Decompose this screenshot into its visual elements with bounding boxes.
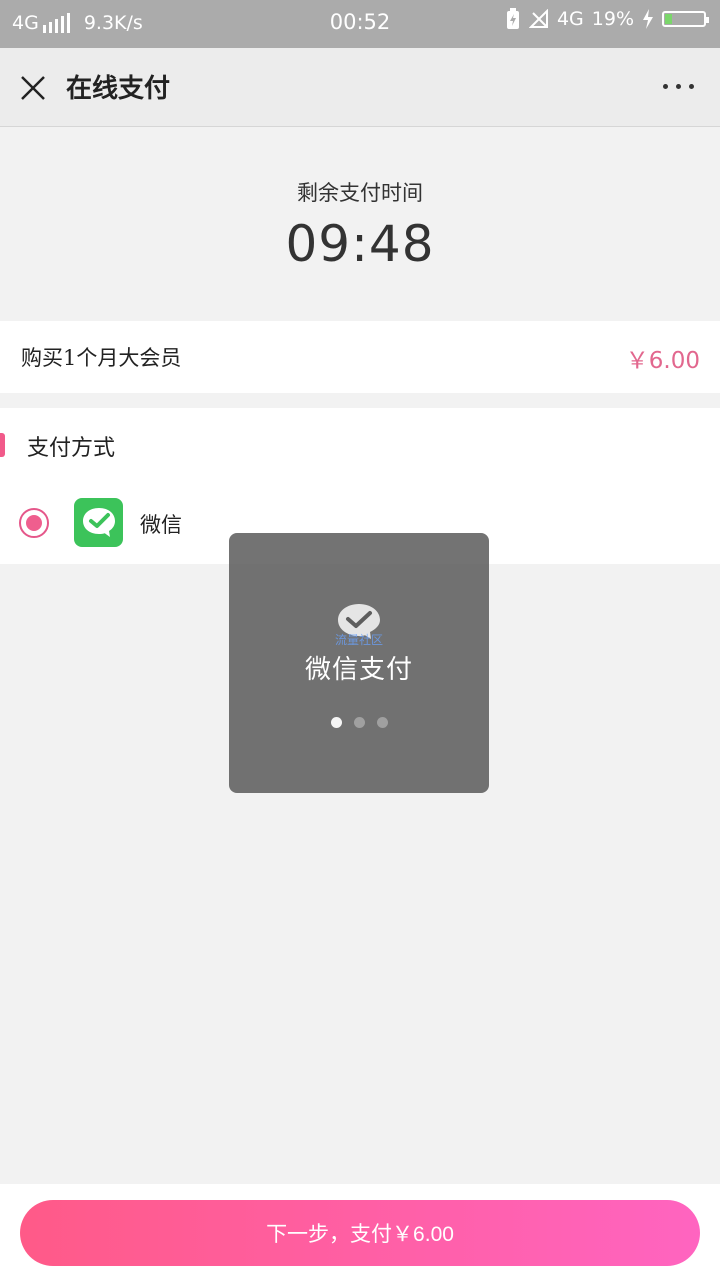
loading-dots: [229, 717, 489, 728]
payment-option-label: 微信: [140, 513, 182, 537]
more-options-icon[interactable]: [663, 84, 694, 89]
countdown-time: 09:48: [285, 215, 435, 273]
status-bar: 4G 9.3K/s 00:52 4G 19%: [0, 0, 720, 48]
bottom-bar: 下一步，支付￥6.00: [0, 1184, 720, 1280]
no-signal-icon: [528, 9, 548, 28]
order-summary-row: 购买1个月大会员 ￥6.00: [0, 321, 720, 393]
next-pay-button[interactable]: 下一步，支付￥6.00: [20, 1200, 700, 1266]
loading-dot: [330, 717, 342, 728]
loading-dot: [353, 717, 365, 728]
battery-percent: 19%: [591, 8, 634, 30]
product-price: ￥6.00: [625, 348, 700, 374]
battery-saver-icon: [506, 8, 519, 29]
status-right: 4G 19%: [505, 8, 709, 30]
toast-title: 微信支付: [304, 655, 413, 685]
product-name: 购买1个月大会员: [21, 346, 182, 370]
watermark-text: 流量社区: [334, 633, 383, 647]
payment-method-heading: 支付方式: [27, 436, 116, 461]
loading-dot: [376, 717, 388, 728]
payment-countdown: 剩余支付时间 09:48: [0, 127, 720, 321]
battery-icon: [662, 11, 709, 27]
radio-selected[interactable]: [19, 508, 49, 538]
close-icon[interactable]: [18, 73, 48, 103]
charging-icon: [643, 9, 653, 29]
countdown-label: 剩余支付时间: [297, 181, 423, 205]
wechat-icon: [74, 498, 123, 547]
page-title: 在线支付: [66, 74, 171, 104]
network-type-right: 4G: [556, 8, 584, 30]
wechat-pay-loading-toast: 流量社区 微信支付: [229, 533, 489, 793]
section-accent-bar: [0, 433, 5, 457]
nav-bar: 在线支付: [0, 48, 720, 127]
battery-fill: [665, 14, 672, 24]
